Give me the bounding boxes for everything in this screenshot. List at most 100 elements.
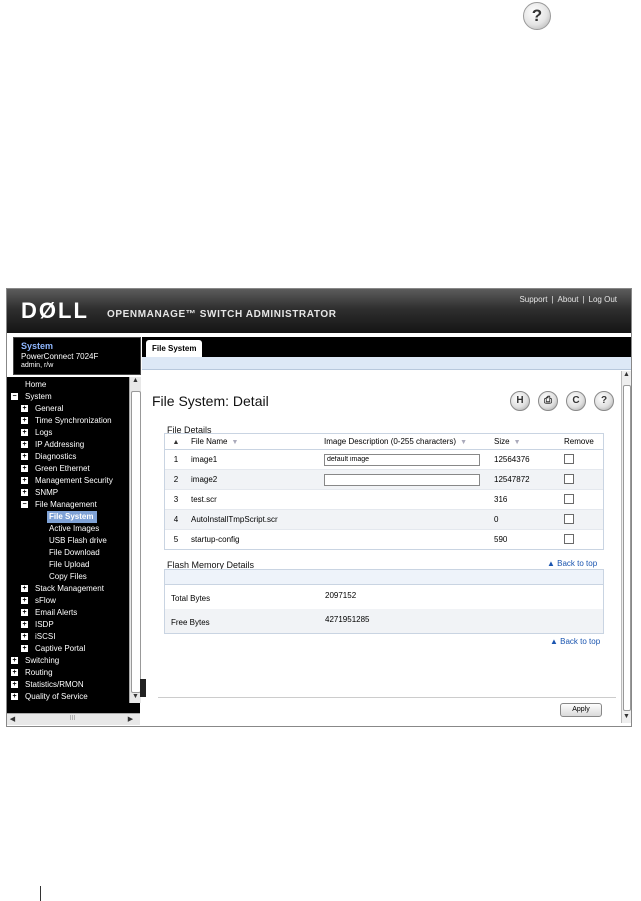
expand-icon[interactable]: +: [21, 405, 28, 412]
nav-item[interactable]: − System: [11, 391, 52, 403]
flash-memory-table: Total Bytes 2097152 Free Bytes 427195128…: [164, 569, 604, 634]
nav-item[interactable]: + ISDP: [21, 619, 54, 631]
nav-item[interactable]: − File Management: [21, 499, 97, 511]
collapse-nav-handle[interactable]: [140, 679, 146, 697]
help-icon[interactable]: ?: [594, 391, 614, 411]
nav-item[interactable]: File System: [47, 511, 98, 523]
column-header-image-description[interactable]: Image Description (0-255 characters) ▼: [320, 434, 490, 450]
remove-checkbox[interactable]: [564, 533, 574, 544]
scroll-left-arrow-icon[interactable]: ◀: [7, 715, 18, 723]
logout-link[interactable]: Log Out: [589, 295, 617, 304]
file-name-cell: startup-config: [187, 529, 320, 549]
help-icon[interactable]: ?: [523, 2, 551, 30]
nav-item-label: sFlow: [35, 596, 56, 605]
nav-item-label: File System: [49, 512, 94, 521]
remove-checkbox[interactable]: [564, 453, 574, 464]
sort-arrow-icon[interactable]: ▲: [173, 439, 180, 446]
header-links: Support | About | Log Out: [519, 295, 617, 304]
image-description-input[interactable]: [324, 473, 480, 486]
nav-item[interactable]: + Logs: [21, 427, 52, 439]
nav-item[interactable]: File Download: [35, 547, 100, 559]
refresh-icon[interactable]: C: [566, 391, 586, 411]
row-number: 5: [165, 529, 187, 549]
back-to-top-link[interactable]: ▲ Back to top: [547, 559, 597, 568]
expand-icon[interactable]: +: [21, 417, 28, 424]
column-header-size[interactable]: Size ▼: [490, 434, 560, 450]
nav-item[interactable]: + Time Synchronization: [21, 415, 112, 427]
apply-button[interactable]: Apply: [560, 703, 602, 717]
tab-file-system[interactable]: File System: [146, 340, 203, 357]
scroll-up-arrow-icon[interactable]: ▲: [130, 377, 141, 384]
nav-item[interactable]: + Routing: [11, 667, 53, 679]
expand-icon[interactable]: +: [21, 609, 28, 616]
total-bytes-label: Total Bytes: [171, 594, 211, 603]
nav-item[interactable]: File Upload: [35, 559, 89, 571]
expand-icon[interactable]: +: [21, 429, 28, 436]
size-cell: 12547872: [490, 469, 560, 490]
print-icon[interactable]: ⎙: [538, 391, 558, 411]
row-number: 3: [165, 489, 187, 510]
expand-icon[interactable]: +: [21, 645, 28, 652]
expand-icon[interactable]: +: [21, 489, 28, 496]
back-to-top-link[interactable]: ▲ Back to top: [550, 637, 600, 646]
size-cell: 590: [490, 529, 560, 549]
nav-item[interactable]: + sFlow: [21, 595, 56, 607]
content-vertical-scrollbar[interactable]: ▲ ▼: [621, 371, 631, 723]
expand-icon[interactable]: +: [21, 585, 28, 592]
remove-checkbox[interactable]: [564, 473, 574, 484]
about-link[interactable]: About: [558, 295, 579, 304]
navigation-tree: Home − System + General + Time Synchronization…: [7, 377, 140, 715]
nav-item[interactable]: + Statistics/RMON: [11, 679, 84, 691]
expand-icon[interactable]: +: [11, 669, 18, 676]
expand-icon[interactable]: +: [21, 453, 28, 460]
nav-item[interactable]: + Management Security: [21, 475, 113, 487]
scroll-grip[interactable]: III: [67, 715, 78, 722]
nav-item-label: Management Security: [35, 476, 113, 485]
expand-icon[interactable]: +: [21, 621, 28, 628]
nav-item-label: System: [25, 392, 52, 401]
expand-icon[interactable]: +: [21, 597, 28, 604]
expand-icon[interactable]: +: [11, 657, 18, 664]
remove-checkbox[interactable]: [564, 513, 574, 524]
nav-item[interactable]: + Quality of Service: [11, 691, 88, 703]
nav-scroll-thumb[interactable]: [131, 391, 141, 693]
expand-icon[interactable]: +: [21, 441, 28, 448]
nav-item[interactable]: + Email Alerts: [21, 607, 77, 619]
expand-icon[interactable]: +: [11, 693, 18, 700]
dell-logo: DØLL: [21, 298, 89, 323]
nav-item[interactable]: USB Flash drive: [35, 535, 107, 547]
row-number: 1: [165, 449, 187, 470]
nav-vertical-scrollbar[interactable]: ▲ ▼: [129, 377, 141, 703]
nav-horizontal-scrollbar[interactable]: ◀ III ▶: [7, 713, 140, 725]
scroll-down-arrow-icon[interactable]: ▼: [621, 713, 631, 720]
nav-item[interactable]: + iSCSI: [21, 631, 55, 643]
nav-item[interactable]: + Stack Management: [21, 583, 104, 595]
scroll-right-arrow-icon[interactable]: ▶: [125, 715, 136, 723]
remove-checkbox[interactable]: [564, 493, 574, 504]
column-header-file-name[interactable]: File Name ▼: [187, 434, 320, 450]
nav-item-label: Quality of Service: [25, 692, 88, 701]
support-link[interactable]: Support: [519, 295, 547, 304]
nav-item[interactable]: + General: [21, 403, 63, 415]
file-name-cell: AutoInstallTmpScript.scr: [187, 509, 320, 530]
nav-item[interactable]: Home: [11, 379, 46, 391]
nav-item[interactable]: + Captive Portal: [21, 643, 85, 655]
nav-item[interactable]: Copy Files: [35, 571, 87, 583]
expand-icon[interactable]: +: [21, 465, 28, 472]
expand-icon[interactable]: +: [21, 633, 28, 640]
collapse-icon[interactable]: −: [21, 501, 28, 508]
nav-item[interactable]: Active Images: [35, 523, 99, 535]
image-description-input[interactable]: [324, 453, 480, 466]
scroll-up-arrow-icon[interactable]: ▲: [621, 371, 631, 378]
nav-item[interactable]: + Diagnostics: [21, 451, 76, 463]
save-icon[interactable]: H: [510, 391, 530, 411]
expand-icon[interactable]: +: [11, 681, 18, 688]
nav-item[interactable]: + SNMP: [21, 487, 58, 499]
free-bytes-label: Free Bytes: [171, 618, 210, 627]
nav-item[interactable]: + IP Addressing: [21, 439, 84, 451]
content-scroll-thumb[interactable]: [623, 385, 631, 711]
collapse-icon[interactable]: −: [11, 393, 18, 400]
nav-item[interactable]: + Green Ethernet: [21, 463, 90, 475]
expand-icon[interactable]: +: [21, 477, 28, 484]
nav-item[interactable]: + Switching: [11, 655, 59, 667]
